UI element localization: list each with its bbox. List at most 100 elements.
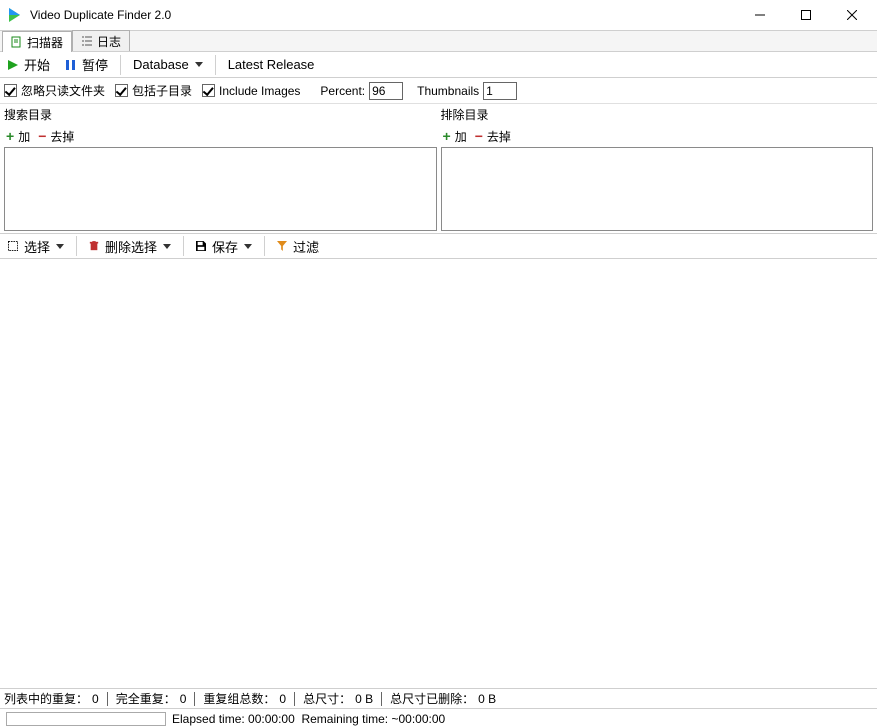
progress-bar	[6, 712, 166, 726]
pause-button[interactable]: 暂停	[58, 52, 116, 78]
delete-selection-label: 删除选择	[105, 237, 157, 256]
tab-scanner[interactable]: 扫描器	[2, 31, 72, 52]
start-label: 开始	[24, 55, 50, 74]
exclude-dirs-toolbar: + 加 − 去掉	[441, 125, 874, 147]
status-deleted-size-value: 0 B	[478, 692, 496, 706]
ignore-readonly-checkbox[interactable]: 忽略只读文件夹	[4, 82, 105, 99]
exclude-dirs-panel: 排除目录 + 加 − 去掉	[441, 104, 874, 231]
exclude-remove-button[interactable]: − 去掉	[475, 128, 511, 145]
tab-log-label: 日志	[97, 33, 121, 50]
close-button[interactable]	[829, 0, 875, 30]
exclude-add-button[interactable]: + 加	[443, 128, 467, 145]
plus-icon: +	[6, 128, 14, 144]
checkbox-icon	[115, 84, 128, 97]
thumbnails-label: Thumbnails	[417, 84, 479, 98]
results-list[interactable]	[0, 259, 877, 688]
main-toolbar: 开始 暂停 Database Latest Release	[0, 52, 877, 78]
minus-icon: −	[38, 128, 46, 144]
app-icon	[6, 7, 22, 23]
log-icon	[81, 35, 93, 47]
directories-panels: 搜索目录 + 加 − 去掉 排除目录 + 加 − 去掉	[0, 104, 877, 233]
separator	[120, 55, 121, 75]
scanner-icon	[11, 36, 23, 48]
progress-bar-row: Elapsed time: 00:00:00 Remaining time: ~…	[0, 708, 877, 728]
status-complete-dup-value: 0	[180, 692, 187, 706]
include-subdirs-checkbox[interactable]: 包括子目录	[115, 82, 192, 99]
elapsed-time-label: Elapsed time:	[172, 712, 245, 726]
exclude-dirs-list[interactable]	[441, 147, 874, 231]
pause-icon	[66, 60, 76, 70]
status-separator	[294, 692, 295, 706]
thumbnails-group: Thumbnails	[417, 82, 517, 100]
thumbnails-input[interactable]	[483, 82, 517, 100]
app-title: Video Duplicate Finder 2.0	[30, 8, 737, 22]
window-buttons	[737, 0, 875, 30]
include-subdirs-label: 包括子目录	[132, 82, 192, 99]
filter-icon	[277, 241, 287, 251]
add-label: 加	[455, 128, 467, 145]
percent-label: Percent:	[320, 84, 365, 98]
save-label: 保存	[212, 237, 238, 256]
include-images-checkbox[interactable]: Include Images	[202, 84, 300, 98]
chevron-down-icon	[195, 62, 203, 67]
status-total-size-value: 0 B	[355, 692, 373, 706]
filter-label: 过滤	[293, 237, 319, 256]
results-toolbar: 选择 删除选择 保存 过滤	[0, 233, 877, 259]
chevron-down-icon	[56, 244, 64, 249]
status-dup-groups-label: 重复组总数：	[203, 690, 275, 707]
search-dirs-label: 搜索目录	[4, 104, 437, 125]
maximize-button[interactable]	[783, 0, 829, 30]
options-row: 忽略只读文件夹 包括子目录 Include Images Percent: Th…	[0, 78, 877, 104]
select-rect-icon	[8, 241, 18, 251]
search-dirs-list[interactable]	[4, 147, 437, 231]
status-dup-in-list-value: 0	[92, 692, 99, 706]
status-separator	[381, 692, 382, 706]
add-label: 加	[18, 128, 30, 145]
percent-input[interactable]	[369, 82, 403, 100]
start-button[interactable]: 开始	[0, 52, 58, 78]
database-label: Database	[133, 57, 189, 72]
search-dirs-toolbar: + 加 − 去掉	[4, 125, 437, 147]
percent-group: Percent:	[320, 82, 403, 100]
search-add-button[interactable]: + 加	[6, 128, 30, 145]
exclude-dirs-label: 排除目录	[441, 104, 874, 125]
separator	[183, 236, 184, 256]
status-complete-dup-label: 完全重复：	[116, 690, 176, 707]
status-separator	[194, 692, 195, 706]
remaining-time-label: Remaining time:	[301, 712, 388, 726]
titlebar: Video Duplicate Finder 2.0	[0, 0, 877, 30]
database-dropdown[interactable]: Database	[125, 52, 211, 78]
elapsed-time-value: 00:00:00	[248, 712, 295, 726]
latest-release-button[interactable]: Latest Release	[220, 52, 323, 78]
status-dup-groups-value: 0	[279, 692, 286, 706]
search-dirs-panel: 搜索目录 + 加 − 去掉	[4, 104, 437, 231]
remove-label: 去掉	[50, 128, 74, 145]
status-total-size-label: 总尺寸：	[303, 690, 351, 707]
select-dropdown[interactable]: 选择	[0, 233, 72, 259]
status-deleted-size-label: 总尺寸已删除：	[390, 690, 474, 707]
save-dropdown[interactable]: 保存	[188, 233, 260, 259]
status-dup-in-list-label: 列表中的重复：	[4, 690, 88, 707]
trash-icon	[89, 241, 99, 251]
search-remove-button[interactable]: − 去掉	[38, 128, 74, 145]
chevron-down-icon	[244, 244, 252, 249]
separator	[264, 236, 265, 256]
plus-icon: +	[443, 128, 451, 144]
ignore-readonly-label: 忽略只读文件夹	[21, 82, 105, 99]
checkbox-icon	[4, 84, 17, 97]
minimize-button[interactable]	[737, 0, 783, 30]
checkbox-icon	[202, 84, 215, 97]
save-icon	[196, 241, 206, 251]
separator	[215, 55, 216, 75]
filter-button[interactable]: 过滤	[269, 233, 327, 259]
latest-release-label: Latest Release	[228, 57, 315, 72]
status-bar: 列表中的重复： 0 完全重复： 0 重复组总数： 0 总尺寸： 0 B 总尺寸已…	[0, 688, 877, 708]
minus-icon: −	[475, 128, 483, 144]
pause-label: 暂停	[82, 55, 108, 74]
separator	[76, 236, 77, 256]
tab-log[interactable]: 日志	[72, 30, 130, 51]
tab-scanner-label: 扫描器	[27, 34, 63, 51]
play-icon	[8, 60, 18, 70]
delete-selection-dropdown[interactable]: 删除选择	[81, 233, 179, 259]
status-separator	[107, 692, 108, 706]
